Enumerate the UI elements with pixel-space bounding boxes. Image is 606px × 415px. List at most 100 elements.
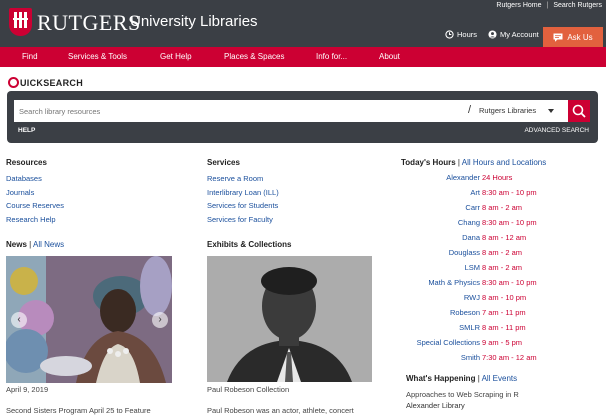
library-hours-value: 8:30 am - 10 pm <box>482 218 537 227</box>
news-headline-link[interactable]: Second Sisters Program April 25 to Featu… <box>6 406 151 415</box>
hours-link[interactable]: Hours <box>445 30 477 39</box>
search-help-link[interactable]: HELP <box>18 127 35 134</box>
all-hours-link[interactable]: All Hours and Locations <box>462 158 547 167</box>
hours-row: RWJ 8 am - 10 pm <box>404 293 594 308</box>
library-hours-value: 9 am - 5 pm <box>482 338 523 347</box>
nav-services-tools[interactable]: Services & Tools <box>68 52 127 61</box>
quicksearch-logo-text: uicksearch <box>20 77 84 88</box>
hours-row: Art 8:30 am - 10 pm <box>404 188 594 203</box>
library-hours-value: 8 am - 12 am <box>482 233 527 242</box>
hours-row: Math & Physics 8:30 am - 10 pm <box>404 278 594 293</box>
search-icon <box>572 104 586 118</box>
search-rutgers-link[interactable]: Search Rutgers <box>553 2 602 9</box>
hours-row: Douglass 8 am - 2 am <box>404 248 594 263</box>
hours-row: Dana 8 am - 12 am <box>404 233 594 248</box>
services-heading: Services <box>207 158 240 167</box>
hours-row: SMLR 8 am - 11 pm <box>404 323 594 338</box>
exhibit-image-label: Paul Robeson Collection <box>207 385 290 394</box>
brand-name[interactable]: RUTGERS <box>37 10 141 36</box>
resource-link-databases[interactable]: Databases <box>6 172 64 186</box>
user-icon <box>488 30 497 39</box>
my-account-label: My Account <box>500 30 539 39</box>
library-name-link[interactable]: Robeson <box>450 308 480 317</box>
rutgers-shield-logo[interactable] <box>9 8 32 36</box>
library-name-link[interactable]: SMLR <box>459 323 480 332</box>
ask-us-label: Ask Us <box>567 32 593 42</box>
library-name-link[interactable]: LSM <box>465 263 480 272</box>
scope-divider: / <box>468 104 472 116</box>
service-link-reserve-room[interactable]: Reserve a Room <box>207 172 279 186</box>
event-title-link[interactable]: Approaches to Web Scraping in R <box>406 390 519 399</box>
resources-heading: Resources <box>6 158 47 167</box>
site-header: RUTGERS University Libraries Rutgers Hom… <box>0 0 606 47</box>
nav-find[interactable]: Find <box>22 52 38 61</box>
all-news-link[interactable]: All News <box>33 240 64 249</box>
library-hours-value: 8:30 am - 10 pm <box>482 278 537 287</box>
search-scope-value: Rutgers Libraries <box>479 106 537 115</box>
library-name-link[interactable]: Carr <box>465 203 480 212</box>
all-events-link[interactable]: All Events <box>482 374 518 383</box>
library-name-link[interactable]: Douglass <box>449 248 480 257</box>
news-feature-image[interactable]: ‹ › <box>6 256 172 383</box>
carousel-prev-button[interactable]: ‹ <box>11 312 27 328</box>
service-link-ill[interactable]: Interlibrary Loan (ILL) <box>207 186 279 200</box>
nav-places-spaces[interactable]: Places & Spaces <box>224 52 284 61</box>
library-hours-value: 8:30 am - 10 pm <box>482 188 537 197</box>
exhibit-feature-image[interactable] <box>207 256 372 382</box>
library-hours-value: 24 Hours <box>482 173 513 182</box>
library-hours-value: 8 am - 11 pm <box>482 323 526 332</box>
rutgers-home-link[interactable]: Rutgers Home <box>496 2 541 9</box>
search-input[interactable] <box>14 100 472 122</box>
event-location: Alexander Library <box>406 401 465 410</box>
library-name-link[interactable]: Smith <box>461 353 480 362</box>
nav-get-help[interactable]: Get Help <box>160 52 192 61</box>
service-link-students[interactable]: Services for Students <box>207 199 279 213</box>
library-hours-value: 7:30 am - 12 am <box>482 353 537 362</box>
search-button[interactable] <box>568 100 590 122</box>
nav-info-for[interactable]: Info for... <box>316 52 347 61</box>
resource-link-research-help[interactable]: Research Help <box>6 213 64 227</box>
library-name-link[interactable]: Dana <box>462 233 480 242</box>
library-name-link[interactable]: Special Collections <box>417 338 480 347</box>
news-heading: News | All News <box>6 240 64 249</box>
nav-about[interactable]: About <box>379 52 400 61</box>
library-hours-value: 8 am - 10 pm <box>482 293 527 302</box>
search-scope-select[interactable]: Rutgers Libraries <box>472 100 568 122</box>
happening-heading: What's Happening | All Events <box>406 374 517 383</box>
hours-row: Smith 7:30 am - 12 am <box>404 353 594 368</box>
library-hours-value: 8 am - 2 am <box>482 263 523 272</box>
advanced-search-link[interactable]: ADVANCED SEARCH <box>524 127 589 134</box>
carousel-next-button[interactable]: › <box>152 312 168 328</box>
clock-icon <box>445 30 454 39</box>
news-artwork <box>6 256 172 383</box>
library-name-link[interactable]: Math & Physics <box>428 278 480 287</box>
resource-link-journals[interactable]: Journals <box>6 186 64 200</box>
library-hours-value: 8 am - 2 am <box>482 203 523 212</box>
service-link-faculty[interactable]: Services for Faculty <box>207 213 279 227</box>
library-name-link[interactable]: Alexander <box>446 173 480 182</box>
resource-link-course-reserves[interactable]: Course Reserves <box>6 199 64 213</box>
quicksearch-panel: / Rutgers Libraries HELP ADVANCED SEARCH <box>7 91 598 143</box>
happening-title: What's Happening <box>406 374 476 383</box>
exhibit-caption: Paul Robeson was an actor, athlete, conc… <box>207 406 354 415</box>
quicksearch-q-icon <box>8 77 19 88</box>
library-name-link[interactable]: Art <box>470 188 480 197</box>
hours-title: Today's Hours <box>401 158 456 167</box>
hours-heading: Today's Hours | All Hours and Locations <box>401 158 546 167</box>
ask-us-button[interactable]: Ask Us <box>543 27 603 47</box>
library-name-link[interactable]: RWJ <box>464 293 480 302</box>
hours-row: LSM 8 am - 2 am <box>404 263 594 278</box>
hours-row: Robeson 7 am - 11 pm <box>404 308 594 323</box>
services-list: Reserve a Room Interlibrary Loan (ILL) S… <box>207 172 279 226</box>
my-account-link[interactable]: My Account <box>488 30 539 39</box>
link-separator: | <box>546 2 549 9</box>
hours-row: Special Collections 9 am - 5 pm <box>404 338 594 353</box>
chat-icon <box>553 33 563 42</box>
library-hours-value: 8 am - 2 am <box>482 248 523 257</box>
library-name-link[interactable]: Chang <box>458 218 480 227</box>
hours-row: Carr 8 am - 2 am <box>404 203 594 218</box>
news-title: News <box>6 240 27 249</box>
top-utility-links: Rutgers Home | Search Rutgers <box>496 2 602 9</box>
library-hours-value: 7 am - 11 pm <box>482 308 526 317</box>
brand-subtitle[interactable]: University Libraries <box>130 13 258 30</box>
